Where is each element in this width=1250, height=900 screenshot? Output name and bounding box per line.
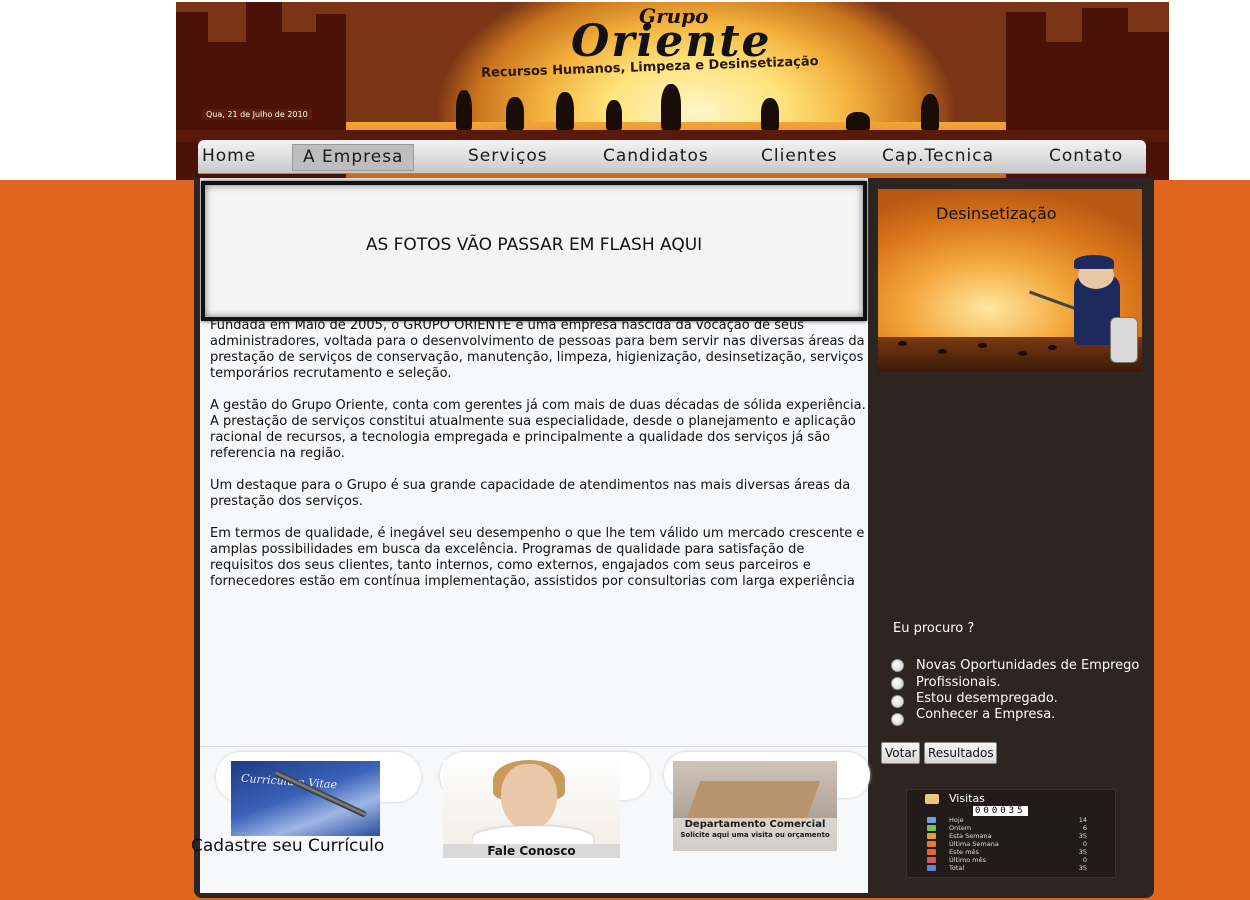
bug-icon [898,341,907,346]
visits-counter-widget: Visitas 000035 Hoje 14 Ontem 6 Esta Semana 35… [906,789,1116,878]
paragraph: Um destaque para o Grupo é sua grande ca… [210,478,851,509]
spray-tank [1110,317,1138,363]
visit-stat-value: 35 [1078,864,1087,872]
worker-silhouette [761,98,779,130]
worker-silhouette [921,94,939,130]
worker-silhouette [606,100,622,130]
poll-radio[interactable] [891,695,904,708]
paragraph: A gestão do Grupo Oriente, conta com ger… [210,398,866,461]
nav-candidatos[interactable]: Candidatos [603,144,709,169]
nav-servicos[interactable]: Serviços [468,144,548,169]
visit-stat-value: 35 [1078,832,1087,840]
visit-stat-value: 14 [1078,816,1087,824]
worker-silhouette [556,92,574,130]
poll-question: Eu procuro ? [893,621,975,636]
visits-row: Ontem 6 [927,824,1087,832]
nav-contato[interactable]: Contato [1049,144,1123,169]
visit-stat-label: Último mês [949,856,987,864]
commercial-title: Departamento Comercial [684,819,826,830]
current-date: Qua, 21 de Julho de 2010 [202,109,312,120]
bug-icon [1018,351,1027,356]
visit-stat-value: 6 [1082,824,1087,832]
visits-title: Visitas [949,792,985,805]
meeting-table [685,781,821,821]
visits-row: Última Semana 0 [927,840,1087,848]
commercial-label: Departamento Comercial Solicite aqui uma… [673,818,837,851]
bug-icon [1048,345,1057,350]
paragraph: Fundada em Maio de 2005, o GRUPO ORIENTE… [210,318,865,381]
contact-label: Fale Conosco [443,844,620,858]
poll-radio[interactable] [891,677,904,690]
bug-icon [938,349,947,354]
visit-stat-icon [927,833,936,839]
poll-option-label: Profissionais. [916,675,1001,690]
results-button[interactable]: Resultados [924,742,997,764]
worker-silhouette [456,90,472,130]
poll-option-label: Novas Oportunidades de Emprego [916,658,1140,673]
desinsetizacao-banner[interactable]: Desinsetização [878,189,1142,372]
poll-option-label: Conhecer a Empresa. [916,707,1056,722]
visits-row: Este mês 35 [927,848,1087,856]
nav-home[interactable]: Home [202,144,256,169]
poll-radio[interactable] [891,713,904,726]
vote-button[interactable]: Votar [881,742,920,764]
nav-clientes[interactable]: Clientes [761,144,838,169]
flash-placeholder-text: AS FOTOS VÃO PASSAR EM FLASH AQUI [365,235,703,255]
nav-a-empresa[interactable]: A Empresa [292,144,415,171]
visits-row: Total 35 [927,864,1087,872]
visits-row: Último mês 0 [927,856,1087,864]
visitors-icon [925,794,939,804]
paragraph: Em termos de qualidade, é inegável seu d… [210,526,865,589]
visit-stat-icon [927,841,936,847]
curriculum-card-image[interactable]: Curriculum Vitae [231,761,380,836]
visit-stat-icon [927,817,936,823]
visit-stat-label: Última Semana [949,840,999,848]
poll-radio[interactable] [891,659,904,672]
worker-silhouette [846,112,870,130]
nav-cap-tecnica[interactable]: Cap.Tecnica [882,144,994,169]
visit-stat-value: 0 [1082,840,1087,848]
curriculum-link[interactable]: Cadastre seu Currículo [191,836,384,856]
worker-silhouette [661,84,681,130]
visit-stat-label: Total [949,864,965,872]
person-face [501,764,557,830]
about-article: Fundada em Maio de 2005, o GRUPO ORIENTE… [210,318,870,606]
main-nav: Home A Empresa Serviços Candidatos Clien… [198,140,1146,173]
flash-placeholder: AS FOTOS VÃO PASSAR EM FLASH AQUI [201,181,867,321]
visit-stat-icon [927,825,936,831]
bug-icon [978,343,987,348]
commercial-subtitle: Solicite aqui uma visita ou orçamento [680,831,830,839]
visit-stat-label: Este mês [949,848,979,856]
visit-stat-icon [927,865,936,871]
spray-wand [1028,290,1078,311]
visit-stat-icon [927,857,936,863]
commercial-card-image[interactable]: Departamento Comercial Solicite aqui uma… [673,761,837,851]
contact-card-image[interactable]: Fale Conosco [443,760,620,858]
visits-row: Esta Semana 35 [927,832,1087,840]
visits-counter: 000035 [973,806,1028,816]
poll-option-label: Estou desempregado. [916,691,1058,706]
exterminator-cap [1074,255,1114,269]
worker-silhouette [506,97,524,130]
visit-stat-icon [927,849,936,855]
visit-stat-label: Esta Semana [949,832,992,840]
visits-row: Hoje 14 [927,816,1087,824]
visit-stat-value: 0 [1082,856,1087,864]
desinsetizacao-title: Desinsetização [936,204,1057,223]
visit-stat-value: 35 [1078,848,1087,856]
visit-stat-label: Ontem [949,824,972,832]
visit-stat-label: Hoje [949,816,964,824]
